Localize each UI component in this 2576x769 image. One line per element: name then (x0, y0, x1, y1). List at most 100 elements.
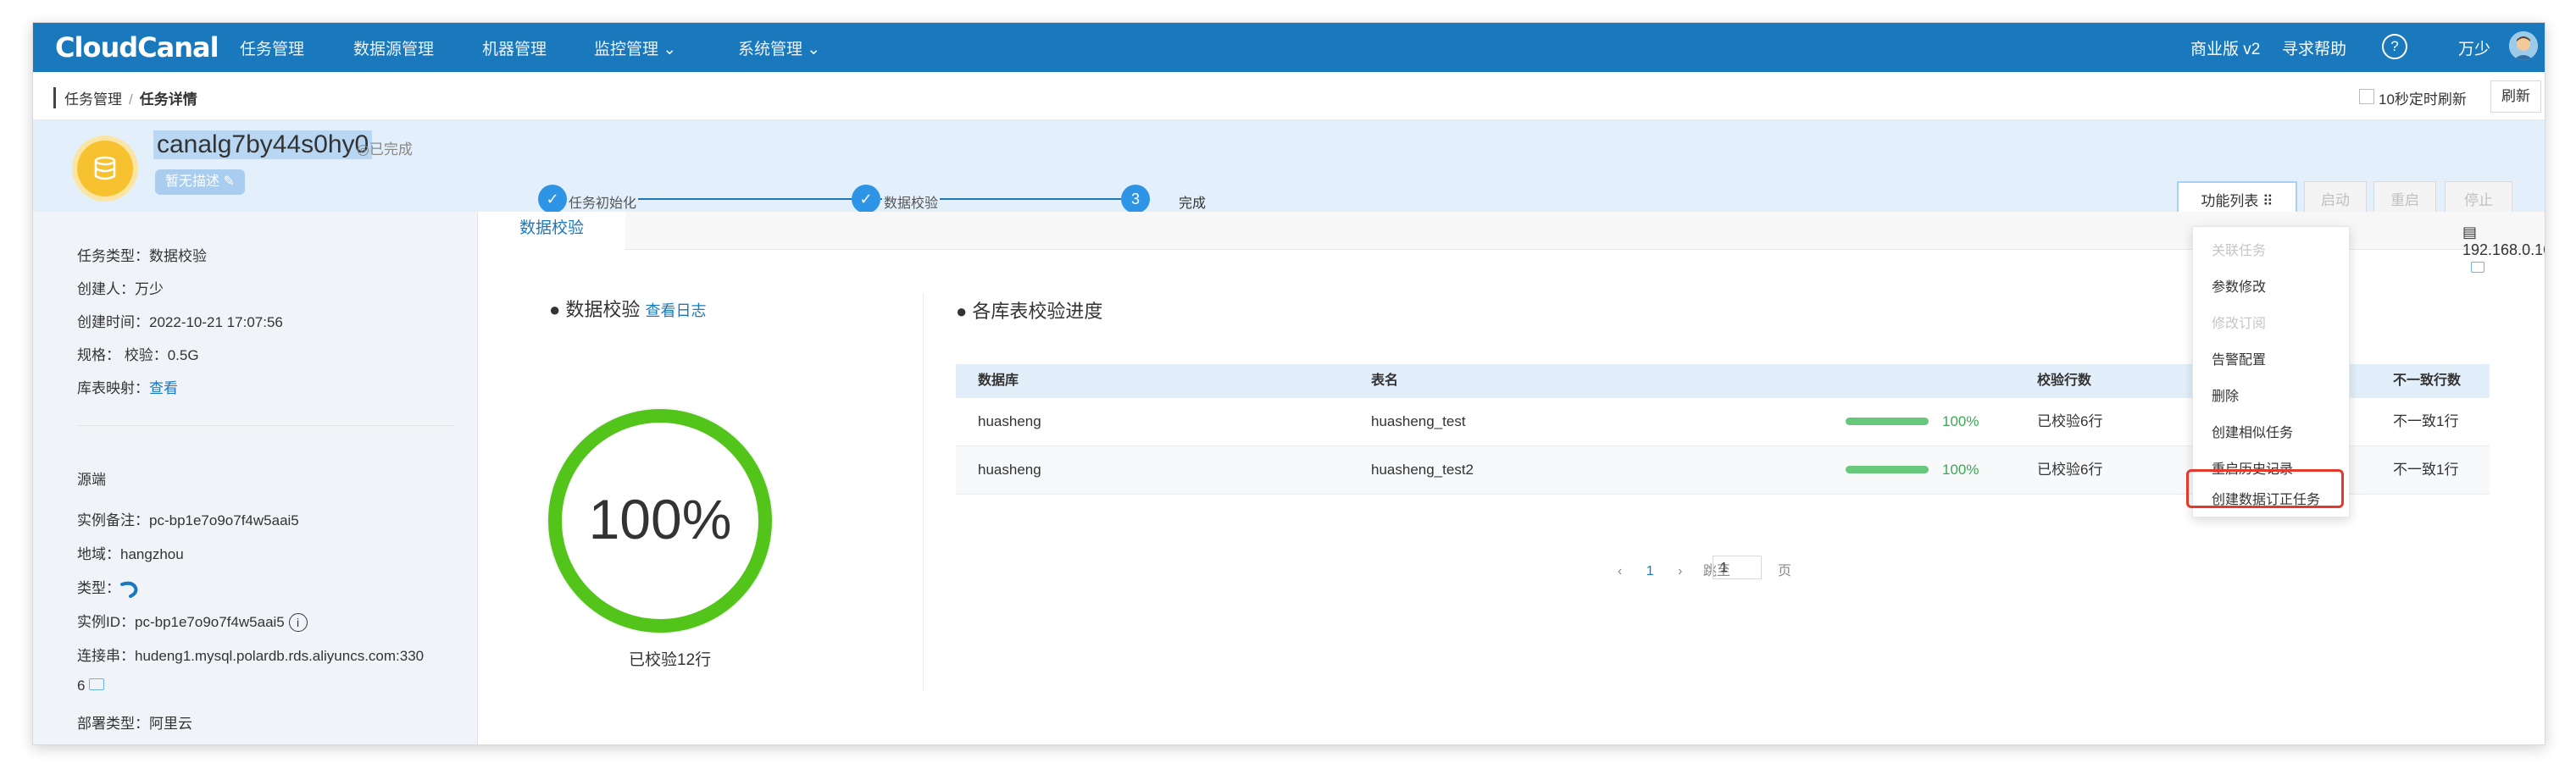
cell-percent: 100% (1942, 462, 1979, 478)
auto-refresh-checkbox[interactable] (2359, 89, 2374, 104)
edition-label: 商业版 v2 (2190, 41, 2261, 58)
check-title: 数据校验 (565, 299, 641, 320)
step-check-icon: ✓ (538, 185, 567, 213)
next-page-button[interactable]: › (1678, 564, 1682, 578)
function-list-label: 功能列表 (2201, 193, 2259, 209)
info-icon[interactable]: i (288, 613, 308, 632)
col-diff: 不一致行数 (2393, 373, 2462, 388)
menu-item-related-task[interactable]: 关联任务 (2212, 239, 2266, 259)
cloudcanal-logo[interactable]: CloudCanal (55, 31, 219, 64)
row-progress-bar (1846, 466, 1929, 473)
server-ip: ▤ 192.168.0.166 (2462, 224, 2545, 277)
cell-diff: 不一致1行 (2393, 413, 2459, 429)
vertical-divider (923, 293, 924, 691)
cell-checked: 已校验6行 (2037, 413, 2103, 429)
menu-item-delete[interactable]: 删除 (2212, 384, 2239, 405)
breadcrumb-separator: / (129, 91, 133, 108)
conn-tail: 6 (77, 678, 86, 694)
source-instance-id: 实例ID：pc-bp1e7o9o7f4w5aai5 i (77, 610, 308, 632)
menu-item-edit-params[interactable]: 参数修改 (2212, 275, 2266, 296)
col-checked: 校验行数 (2037, 373, 2092, 388)
breadcrumb-current: 任务详情 (139, 91, 197, 108)
page-unit-label: 页 (1778, 564, 1792, 578)
row-progress-bar (1846, 418, 1929, 425)
view-log-link[interactable]: 查看日志 (646, 302, 707, 319)
description-text: 暂无描述 (165, 174, 220, 189)
server-ip-text: 192.168.0.166 (2462, 241, 2545, 258)
app-window: CloudCanal 任务管理 数据源管理 机器管理 监控管理 ⌄ 系统管理 ⌄… (32, 22, 2545, 745)
copy-icon[interactable] (89, 678, 105, 690)
grid-icon: ⠿ (2262, 193, 2273, 209)
deploy-type: 部署类型：阿里云 (77, 716, 192, 732)
nav-task-management[interactable]: 任务管理 (240, 36, 304, 59)
created-time: 创建时间：2022-10-21 17:07:56 (77, 314, 283, 330)
help-link[interactable]: 寻求帮助 (2282, 36, 2346, 59)
breadcrumb-bar: 任务管理 / 任务详情 10秒定时刷新 刷新 (33, 72, 2545, 120)
cell-db: huasheng (978, 462, 1041, 478)
avatar[interactable] (2509, 31, 2538, 60)
function-list-menu: 关联任务 参数修改 修改订阅 告警配置 删除 创建相似任务 重启历史记录 创建数… (2186, 226, 2350, 517)
question-icon[interactable]: ? (2382, 34, 2407, 59)
task-id: canalg7by44s0hy0 (153, 130, 373, 159)
tab-data-check[interactable]: 数据校验 (478, 212, 625, 252)
source-remark: 实例备注：pc-bp1e7o9o7f4w5aai5 (77, 512, 299, 528)
source-title: 源端 (77, 472, 106, 488)
auto-refresh-label[interactable]: 10秒定时刷新 (2379, 87, 2467, 108)
breadcrumb: 任务管理 / 任务详情 (53, 87, 197, 108)
menu-item-alert-config[interactable]: 告警配置 (2212, 348, 2266, 368)
step-label-init: 任务初始化 (567, 191, 639, 212)
connection-string-cont: 6 (77, 678, 105, 694)
instance-id-text: 实例ID：pc-bp1e7o9o7f4w5aai5 (77, 614, 285, 630)
step-number-3: 3 (1121, 185, 1150, 213)
col-table: 表名 (1371, 373, 1399, 388)
user-name[interactable]: 万少 (2458, 36, 2490, 59)
source-type-label: 类型： (77, 580, 120, 596)
database-icon (77, 141, 133, 196)
nav-system-management[interactable]: 系统管理 ⌄ (738, 36, 820, 59)
menu-item-create-similar[interactable]: 创建相似任务 (2212, 421, 2293, 441)
divider (77, 425, 453, 426)
copy-icon[interactable] (2471, 262, 2484, 273)
breadcrumb-parent[interactable]: 任务管理 (64, 91, 122, 108)
checked-rows-label: 已校验12行 (629, 651, 712, 669)
progress-title: 各库表校验进度 (972, 301, 1103, 322)
view-mapping-link[interactable]: 查看 (149, 380, 178, 396)
page-jump-input[interactable]: 1 (1713, 556, 1762, 579)
top-navbar: CloudCanal 任务管理 数据源管理 机器管理 监控管理 ⌄ 系统管理 ⌄… (33, 23, 2545, 72)
edit-description-button[interactable]: 暂无描述 ✎ (155, 169, 245, 195)
progress-section-title: ● 各库表校验进度 (956, 301, 1103, 322)
nav-datasource-management[interactable]: 数据源管理 (353, 36, 434, 59)
page-1-button[interactable]: 1 (1646, 564, 1654, 578)
cell-db: huasheng (978, 413, 1041, 429)
spec: 规格： 校验：0.5G (77, 347, 199, 363)
server-icon: ▤ (2462, 224, 2478, 241)
cell-percent: 100% (1942, 413, 1979, 429)
col-database: 数据库 (978, 373, 1019, 388)
source-type: 类型： (77, 576, 139, 598)
user-avatar-icon (2509, 31, 2538, 60)
table-mapping-label: 库表映射： (77, 380, 149, 396)
highlight-box (2186, 469, 2344, 508)
menu-item-edit-subscription[interactable]: 修改订阅 (2212, 312, 2266, 332)
nav-machine-management[interactable]: 机器管理 (482, 36, 547, 59)
cell-checked: 已校验6行 (2037, 462, 2103, 478)
creator: 创建人：万少 (77, 281, 164, 297)
task-type: 任务类型：数据校验 (77, 248, 207, 264)
cell-table: huasheng_test (1371, 413, 1466, 429)
source-region: 地域：hangzhou (77, 546, 184, 562)
table-mapping: 库表映射：查看 (77, 376, 178, 397)
task-info-panel: 任务类型：数据校验 创建人：万少 创建时间：2022-10-21 17:07:5… (33, 212, 478, 744)
step-check-icon: ✓ (852, 185, 880, 213)
refresh-button[interactable]: 刷新 (2490, 80, 2541, 113)
ring-percent-text: 100% (589, 488, 732, 550)
cell-table: huasheng_test2 (1371, 462, 1474, 478)
task-status-badge: ◎已完成 (357, 141, 413, 158)
check-progress-ring: 100% (547, 407, 774, 634)
cell-diff: 不一致1行 (2393, 462, 2459, 478)
step-label-check: 数据校验 (882, 191, 941, 212)
task-header: canalg7by44s0hy0 ◎已完成 暂无描述 ✎ ✓ 任务初始化 ✓ 数… (33, 120, 2545, 222)
data-check-section-title: ● 数据校验 查看日志 (549, 299, 707, 320)
prev-page-button[interactable]: ‹ (1618, 564, 1622, 578)
step-label-done: 完成 (1177, 191, 1208, 212)
nav-monitor-management[interactable]: 监控管理 ⌄ (594, 36, 676, 59)
